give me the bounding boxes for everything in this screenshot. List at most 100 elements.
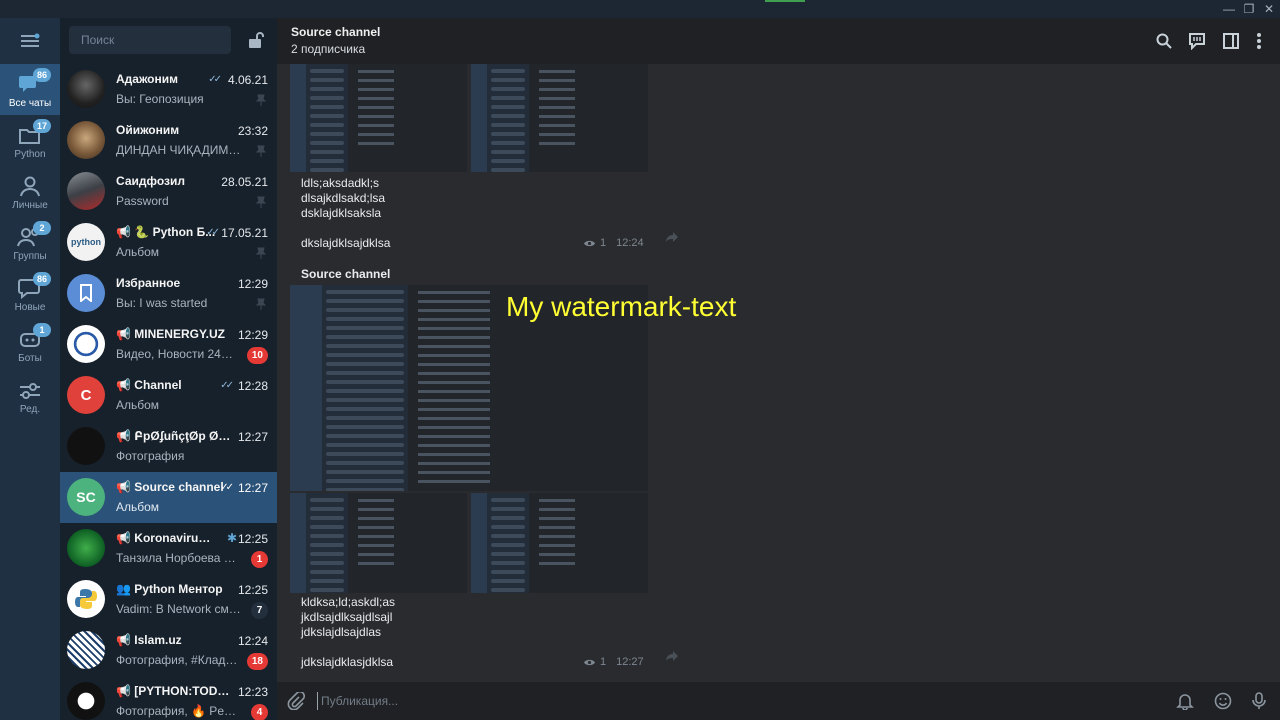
message-input[interactable]: Публикация... bbox=[317, 692, 1117, 710]
message-time: 12:27 bbox=[616, 656, 644, 668]
message-meta: 1 12:24 bbox=[583, 237, 644, 249]
album-photo[interactable] bbox=[290, 493, 467, 593]
chat-row[interactable]: Саидфозил 28.05.21 Password bbox=[60, 166, 277, 217]
chat-time: 23:32 bbox=[237, 124, 268, 138]
folder-python[interactable]: 17 Python bbox=[0, 115, 60, 166]
more-button[interactable] bbox=[1249, 31, 1269, 51]
view-count: 1 bbox=[600, 656, 607, 668]
folder-personal[interactable]: Личные bbox=[0, 166, 60, 217]
unread-badge: 7 bbox=[251, 602, 268, 619]
chat-time: 12:24 bbox=[237, 634, 268, 648]
chat-row[interactable]: 📢 [PYTHON:TODAY] 12:23 Фотография, 🔥 Pen… bbox=[60, 676, 277, 720]
search-icon bbox=[1156, 33, 1172, 49]
album-photo[interactable] bbox=[471, 493, 648, 593]
chat-row[interactable]: 👥 Python Ментор 12:25 Vadim: В Network с… bbox=[60, 574, 277, 625]
chat-time: 12:29 bbox=[237, 328, 268, 342]
folder-bots[interactable]: 1 Боты bbox=[0, 319, 60, 370]
chat-preview: Фотография, 🔥 Penetr... bbox=[116, 704, 240, 718]
album-photo[interactable] bbox=[290, 64, 467, 172]
folder-label: Все чаты bbox=[8, 98, 52, 109]
forward-icon[interactable] bbox=[665, 231, 679, 243]
paperclip-icon bbox=[287, 692, 305, 710]
forward-icon[interactable] bbox=[665, 650, 679, 662]
chat-time: 12:27 bbox=[237, 430, 268, 444]
folder-new[interactable]: 86 Новые bbox=[0, 268, 60, 319]
chat-name-text: Python Ментор bbox=[134, 582, 223, 596]
chat-title[interactable]: Source channel bbox=[291, 25, 380, 39]
folder-all-chats[interactable]: 86 Все чаты bbox=[0, 64, 60, 115]
chat-preview: Танзила Норбоева АҚ... bbox=[116, 551, 240, 565]
chat-row-selected[interactable]: SC 📢 Source channel ✓✓ 12:27 Альбом bbox=[60, 472, 277, 523]
message-feed[interactable]: ldls;aksdadkl;s dlsajkdlsakd;lsa dsklajd… bbox=[277, 64, 1280, 682]
notifications-button[interactable] bbox=[1175, 691, 1195, 711]
avatar bbox=[67, 172, 105, 210]
more-vertical-icon bbox=[1257, 33, 1261, 49]
chat-row[interactable]: 📢 Koronavirus Inf... ✱ 12:25 Танзила Нор… bbox=[60, 523, 277, 574]
megaphone-icon: 📢 bbox=[116, 684, 131, 698]
chat-preview: Фотография, #Кладезь... bbox=[116, 653, 240, 667]
chat-row[interactable]: Адажоним ✓✓ 4.06.21 Вы: Геопозиция bbox=[60, 64, 277, 115]
voice-message-button[interactable] bbox=[1249, 691, 1269, 711]
chat-row[interactable]: 📢 Islam.uz 12:24 Фотография, #Кладезь...… bbox=[60, 625, 277, 676]
chat-time: 12:25 bbox=[237, 532, 268, 546]
megaphone-icon: 📢 bbox=[116, 480, 131, 494]
chat-name-text: Channel bbox=[134, 378, 182, 392]
avatar-label: python bbox=[71, 237, 101, 247]
chat-name-text: 🐍 Python Б... bbox=[134, 225, 216, 239]
message-meta: 1 12:27 bbox=[583, 656, 644, 668]
sidebar-icon bbox=[1223, 33, 1239, 49]
chat-name: 📢 ԲрØʄuñçţØр Øπτ... bbox=[116, 429, 234, 443]
attach-button[interactable] bbox=[286, 691, 306, 711]
chat-row[interactable]: python 📢 🐍 Python Б... ✓✓ 17.05.21 Альбо… bbox=[60, 217, 277, 268]
megaphone-icon: 📢 bbox=[116, 378, 131, 392]
unlock-icon[interactable] bbox=[246, 30, 266, 50]
view-count: 1 bbox=[600, 237, 607, 249]
avatar bbox=[67, 274, 105, 312]
read-checkmarks-icon: ✓✓ bbox=[208, 74, 222, 85]
main-menu-button[interactable] bbox=[0, 18, 60, 64]
emoji-button[interactable] bbox=[1213, 691, 1233, 711]
message-time: 12:24 bbox=[616, 237, 644, 249]
album-photo[interactable] bbox=[471, 64, 648, 172]
post-author[interactable]: Source channel bbox=[301, 267, 390, 281]
search-input[interactable]: Поиск bbox=[69, 26, 231, 54]
chat-preview: Альбом bbox=[116, 500, 160, 514]
discussion-button[interactable] bbox=[1187, 31, 1207, 51]
sliders-icon bbox=[20, 383, 40, 399]
chat-row[interactable]: 📢 ԲрØʄuñçţØр Øπτ... 12:27 Фотография bbox=[60, 421, 277, 472]
folder-edit[interactable]: Ред. bbox=[0, 370, 60, 421]
chat-view: Source channel 2 подписчика ldls;aksdadk… bbox=[277, 18, 1280, 720]
megaphone-icon: 📢 bbox=[116, 429, 131, 443]
chat-name-text: Islam.uz bbox=[134, 633, 182, 647]
folder-badge: 2 bbox=[33, 221, 51, 235]
bell-icon bbox=[1176, 694, 1194, 710]
avatar bbox=[67, 70, 105, 108]
avatar bbox=[67, 682, 105, 720]
chat-row[interactable]: Ойижоним 23:32 ДИНДАН ЧИҚАДИМИ ... bbox=[60, 115, 277, 166]
pin-icon bbox=[256, 247, 266, 259]
sidebar-toggle-button[interactable] bbox=[1221, 31, 1241, 51]
pin-icon bbox=[256, 145, 266, 157]
message-text: kldksa;ld;askdl;as jkdlsajdlksajdlsajl j… bbox=[301, 595, 396, 669]
chat-time: 12:27 bbox=[237, 481, 268, 495]
maximize-button[interactable]: ❐ bbox=[1238, 0, 1260, 18]
folder-groups[interactable]: 2 Группы bbox=[0, 217, 60, 268]
folder-badge: 86 bbox=[33, 272, 52, 286]
folder-label: Личные bbox=[12, 200, 48, 211]
folder-badge: 17 bbox=[33, 119, 52, 133]
unread-badge: 1 bbox=[251, 551, 268, 568]
chat-preview: Вы: I was started bbox=[116, 296, 208, 310]
chat-row[interactable]: C 📢 Channel ✓✓ 12:28 Альбом bbox=[60, 370, 277, 421]
chat-time: 12:25 bbox=[237, 583, 268, 597]
unread-badge: 10 bbox=[246, 347, 268, 364]
avatar-initial: C bbox=[80, 386, 92, 404]
chat-name: 📢 Channel bbox=[116, 378, 234, 392]
search-button[interactable] bbox=[1154, 31, 1174, 51]
minimize-button[interactable]: — bbox=[1218, 0, 1240, 18]
window-titlebar: — ❐ ✕ bbox=[0, 0, 1280, 18]
avatar: SC bbox=[67, 478, 105, 516]
close-button[interactable]: ✕ bbox=[1258, 0, 1280, 18]
chat-row[interactable]: Избранное 12:29 Вы: I was started bbox=[60, 268, 277, 319]
chat-row[interactable]: 📢 MINENERGY.UZ 12:29 Видео, Новости 24 |… bbox=[60, 319, 277, 370]
avatar-initials: SC bbox=[76, 489, 96, 505]
